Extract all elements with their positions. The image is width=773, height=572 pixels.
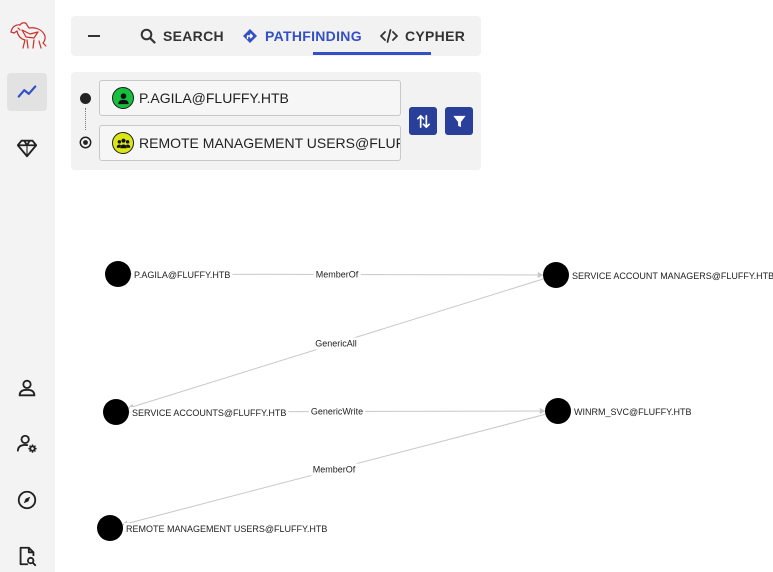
- minus-icon: [88, 35, 100, 37]
- edge-label: GenericAll: [315, 339, 357, 349]
- file-search-icon: [19, 546, 37, 567]
- user-node-icon: [112, 87, 134, 109]
- active-tab-indicator: [313, 52, 431, 55]
- sidebar-item-compass[interactable]: [7, 481, 47, 519]
- graph-node-circle[interactable]: [103, 399, 129, 425]
- graph-node-circle[interactable]: [105, 261, 131, 287]
- tab-search-label: SEARCH: [163, 28, 224, 44]
- edge-filter-button[interactable]: [445, 107, 473, 135]
- filter-icon: [452, 115, 466, 127]
- collapse-panel-button[interactable]: [79, 22, 109, 50]
- source-node-input[interactable]: P.AGILA@FLUFFY.HTB: [99, 80, 401, 116]
- graph-node-label: SERVICE ACCOUNTS@FLUFFY.HTB: [132, 408, 286, 418]
- graph-node[interactable]: REMOTE MANAGEMENT USERS@FLUFFY.HTB: [97, 515, 330, 541]
- compass-icon: [17, 490, 37, 510]
- sidebar-item-user-settings[interactable]: [7, 425, 47, 463]
- user-gear-icon: [16, 434, 37, 453]
- graph-node-label: P.AGILA@FLUFFY.HTB: [134, 270, 230, 280]
- swap-vertical-icon: [416, 114, 430, 128]
- source-dot-icon: [80, 93, 91, 104]
- edge-label: MemberOf: [313, 465, 356, 475]
- sidebar-item-user[interactable]: [7, 369, 47, 407]
- graph-node[interactable]: WINRM_SVC@FLUFFY.HTB: [545, 398, 694, 424]
- line-chart-icon: [17, 85, 37, 98]
- gem-icon: [16, 139, 38, 158]
- sidebar: [0, 0, 55, 572]
- tab-pathfinding-label: PATHFINDING: [265, 28, 362, 44]
- graph-node-label: SERVICE ACCOUNT MANAGERS@FLUFFY.HTB: [572, 271, 773, 281]
- group-node-icon: [112, 132, 134, 154]
- search-mode-tabbar: SEARCH PATHFINDING CYPHER: [71, 16, 481, 56]
- graph-node-circle[interactable]: [543, 262, 569, 288]
- graph-node-label: REMOTE MANAGEMENT USERS@FLUFFY.HTB: [126, 524, 327, 534]
- edge-label: MemberOf: [316, 270, 359, 280]
- target-node-value: REMOTE MANAGEMENT USERS@FLUF: [139, 135, 400, 151]
- graph-node-circle[interactable]: [545, 398, 571, 424]
- target-icon: [79, 136, 92, 149]
- path-connector: [85, 108, 86, 130]
- sidebar-item-file-search[interactable]: [7, 537, 47, 572]
- pathfinding-panel: P.AGILA@FLUFFY.HTB REMOTE MANAGEMENT USE…: [71, 72, 481, 170]
- search-icon: [140, 28, 156, 44]
- tab-cypher-label: CYPHER: [405, 28, 466, 44]
- graph-node[interactable]: SERVICE ACCOUNT MANAGERS@FLUFFY.HTB: [543, 262, 773, 288]
- target-node-input[interactable]: REMOTE MANAGEMENT USERS@FLUF: [99, 125, 401, 161]
- route-icon: [243, 29, 257, 43]
- graph-node[interactable]: SERVICE ACCOUNTS@FLUFFY.HTB: [103, 399, 289, 425]
- tab-pathfinding[interactable]: PATHFINDING: [242, 16, 362, 56]
- app-logo: [8, 18, 48, 54]
- code-icon: [380, 29, 398, 43]
- source-node-value: P.AGILA@FLUFFY.HTB: [139, 90, 289, 106]
- graph-canvas[interactable]: MemberOf GenericAll GenericWrite MemberOf P…: [55, 180, 773, 572]
- swap-nodes-button[interactable]: [409, 107, 437, 135]
- tab-search[interactable]: SEARCH: [140, 16, 224, 56]
- edge-label: GenericWrite: [311, 407, 363, 417]
- sidebar-item-gem[interactable]: [7, 129, 47, 167]
- graph-node-circle[interactable]: [97, 515, 123, 541]
- graph-node-label: WINRM_SVC@FLUFFY.HTB: [574, 407, 691, 417]
- sidebar-item-explore[interactable]: [7, 73, 47, 111]
- graph-node[interactable]: P.AGILA@FLUFFY.HTB: [105, 261, 233, 287]
- user-icon: [18, 379, 36, 397]
- tab-cypher[interactable]: CYPHER: [380, 16, 465, 56]
